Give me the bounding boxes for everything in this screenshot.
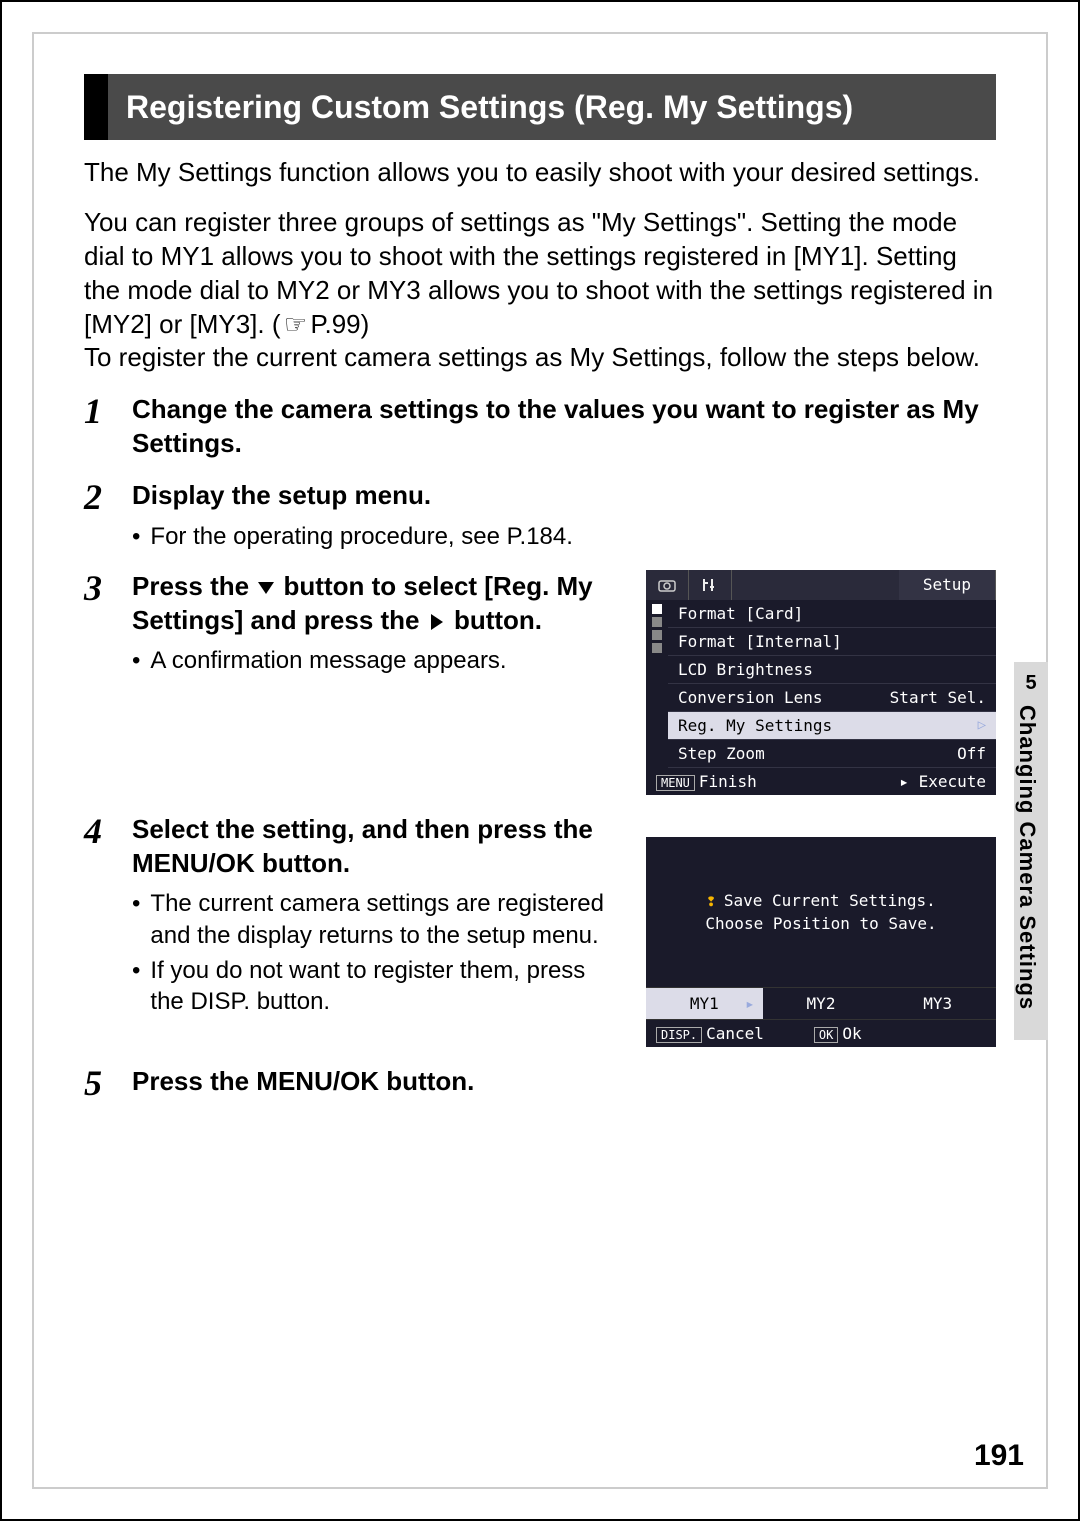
menu-row-lcd-brightness: LCD Brightness [668, 656, 996, 684]
choice-my2: MY2 [763, 988, 880, 1019]
step-bullet: • If you do not want to register them, p… [132, 955, 622, 1017]
reference-icon: ☞ [281, 308, 311, 342]
step-number: 2 [84, 479, 114, 552]
step-bullet: • A confirmation message appears. [132, 645, 622, 676]
down-triangle-icon [256, 578, 276, 598]
step-title: Press the button to select [Reg. My Sett… [132, 570, 622, 638]
intro-paragraph-2: You can register three groups of setting… [84, 206, 996, 341]
ok-button-label: OK [814, 1027, 838, 1043]
camera-lcd-setup-menu: Setup [646, 570, 996, 795]
step-4: 4 Select the setting, and then press the… [84, 813, 996, 1047]
save-msg-line2: Choose Position to Save. [705, 914, 936, 933]
lcd-footer: MENUFinish ▸ Execute [646, 768, 996, 795]
choice-my1: MY1 [646, 988, 763, 1019]
scroll-indicator [646, 600, 668, 768]
menu-row-format-card: Format [Card] [668, 600, 996, 628]
step-title: Press the MENU/OK button. [132, 1065, 996, 1099]
step-title: Select the setting, and then press the M… [132, 813, 622, 881]
save-msg-line1: Save Current Settings. [724, 891, 936, 910]
right-triangle-icon [427, 612, 447, 632]
right-arrow-icon: ▷ [978, 717, 986, 733]
chapter-number: 5 [1014, 672, 1048, 695]
step-number: 5 [84, 1065, 114, 1101]
chapter-title: Changing Camera Settings [1014, 705, 1040, 1010]
menu-row-reg-my-settings: Reg. My Settings▷ [668, 712, 996, 740]
menu-row-step-zoom: Step ZoomOff [668, 740, 996, 768]
menu-row-conversion-lens: Conversion LensStart Sel. [668, 684, 996, 712]
step-1: 1 Change the camera settings to the valu… [84, 393, 996, 461]
step-3: 3 Press the button to select [Reg. My Se… [84, 570, 996, 795]
step-2: 2 Display the setup menu. • For the oper… [84, 479, 996, 552]
step-number: 4 [84, 813, 114, 1047]
intro-paragraph-3: To register the current camera settings … [84, 341, 996, 375]
lcd2-footer: DISP.Cancel OKOk [646, 1020, 996, 1047]
step-number: 3 [84, 570, 114, 795]
camera-tab-icon [646, 570, 689, 600]
tools-tab-icon [689, 570, 732, 600]
menu-button-label: MENU [656, 775, 695, 791]
menu-row-format-internal: Format [Internal] [668, 628, 996, 656]
step-bullet: • For the operating procedure, see P.184… [132, 521, 996, 552]
tools-icon [701, 577, 719, 593]
step-title: Display the setup menu. [132, 479, 996, 513]
step-5: 5 Press the MENU/OK button. [84, 1065, 996, 1101]
intro-paragraph-1: The My Settings function allows you to e… [84, 156, 996, 190]
exclamation-icon: ❢ [706, 891, 716, 910]
section-title: Registering Custom Settings (Reg. My Set… [126, 88, 853, 126]
step-number: 1 [84, 393, 114, 461]
step-title: Change the camera settings to the values… [132, 393, 996, 461]
setup-tab: Setup [899, 570, 996, 600]
camera-lcd-save-position: ❢ Save Current Settings. Choose Position … [646, 837, 996, 1047]
disp-button-label: DISP. [656, 1027, 702, 1043]
choice-my3: MY3 [879, 988, 996, 1019]
chapter-side-tab: 5 Changing Camera Settings [1014, 662, 1048, 1040]
section-title-bar: Registering Custom Settings (Reg. My Set… [84, 74, 996, 140]
step-bullet: • The current camera settings are regist… [132, 888, 622, 950]
page-number: 191 [974, 1439, 1024, 1473]
camera-icon [658, 578, 676, 592]
